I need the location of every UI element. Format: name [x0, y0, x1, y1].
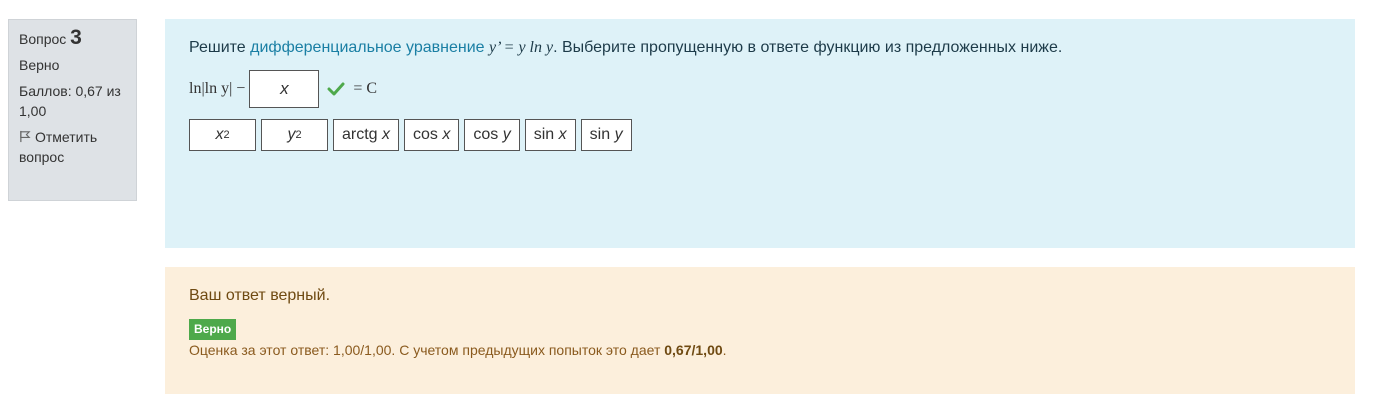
question-formulation: Решите дифференциальное уравнение y’ = y…	[165, 19, 1355, 248]
choice-y-squared[interactable]: y2	[261, 119, 328, 151]
dropped-value[interactable]: x	[280, 79, 289, 99]
choice-sin-x[interactable]: sin x	[524, 119, 576, 151]
choice-cos-y[interactable]: cos y	[464, 119, 520, 151]
equation-link[interactable]: дифференциальное уравнение	[250, 39, 484, 56]
question-text: Решите дифференциальное уравнение y’ = y…	[189, 39, 1063, 56]
choice-bank: x2 y2 arctg x cos x cos y sin x sin y	[189, 119, 1331, 151]
feedback-text: Ваш ответ верный.	[189, 287, 331, 304]
choice-x-squared[interactable]: x2	[189, 119, 256, 151]
choice-cos-x[interactable]: cos x	[404, 119, 460, 151]
answer-expression: ln|ln y| − x = C	[189, 69, 1331, 109]
question-word: Вопрос	[19, 31, 67, 47]
choice-arctg-x[interactable]: arctg x	[333, 119, 400, 151]
drop-zone[interactable]: x	[249, 70, 320, 108]
question-number: Вопрос 3	[19, 26, 126, 49]
grade-summary: Оценка за этот ответ: 1,00/1,00. С учето…	[189, 342, 727, 358]
feedback-panel: Ваш ответ верный. Верно Оценка за этот о…	[165, 267, 1355, 394]
choice-sin-y[interactable]: sin y	[580, 119, 632, 151]
equation: y’ = y ln y	[489, 39, 554, 56]
flag-icon	[20, 130, 31, 143]
flag-question-link[interactable]: Отметить вопрос	[19, 127, 126, 167]
check-icon	[327, 82, 345, 96]
right-expression: = C	[353, 80, 378, 97]
question-info-panel: Вопрос 3 Верно Баллов: 0,67 из 1,00 Отме…	[8, 19, 137, 201]
correct-badge: Верно	[189, 319, 237, 340]
left-expression: ln|ln y| −	[189, 80, 246, 97]
question-state: Верно	[19, 57, 60, 73]
question-number-value: 3	[70, 26, 82, 49]
question-grade: Баллов: 0,67 из 1,00	[19, 83, 121, 119]
